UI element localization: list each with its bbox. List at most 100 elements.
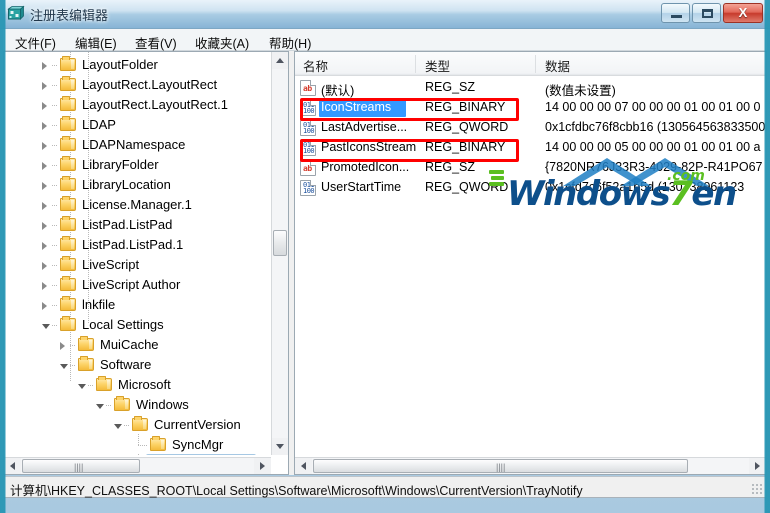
menu-favorites[interactable]: 收藏夹(A) [191,32,253,53]
tree-connector [138,454,139,455]
registry-tree-panel[interactable]: LayoutFolder LayoutRect.LayoutRect LayoutR… [3,51,289,475]
minimize-button[interactable] [661,3,690,23]
expand-arrow-closed-icon[interactable] [42,122,47,130]
value-name: PastIconsStream [321,140,417,154]
expand-arrow-closed-icon[interactable] [42,302,47,310]
table-row[interactable]: ab (默认) REG_SZ (数值未设置) [295,78,766,98]
expand-arrow-closed-icon[interactable] [42,222,47,230]
title-bar[interactable]: 注册表编辑器 X [0,0,770,29]
expand-arrow-closed-icon[interactable] [42,282,47,290]
scroll-left-button[interactable] [295,458,312,474]
expand-arrow-closed-icon[interactable] [42,242,47,250]
folder-icon [132,416,148,431]
column-divider[interactable] [415,55,416,73]
column-header-type[interactable]: 类型 [425,56,450,75]
registry-editor-window: 注册表编辑器 X 文件(F) 编辑(E) 查看(V) 收藏夹(A) 帮助(H) … [0,0,770,513]
tree-item-label: LibraryLocation [82,177,171,192]
tree-connector [88,385,94,386]
menu-help[interactable]: 帮助(H) [265,32,315,53]
tree-connector [52,65,58,66]
chevron-right-icon [260,462,265,470]
tree-connector [106,405,112,406]
expand-arrow-closed-icon[interactable] [42,182,47,190]
table-row[interactable]: 011 100 IconStreams REG_BINARY 14 00 00 00 0… [295,98,766,118]
tree-hscroll-thumb[interactable]: |||| [22,459,140,473]
expand-arrow-closed-icon[interactable] [42,162,47,170]
value-name: IconStreams [321,100,392,114]
folder-icon [78,336,94,351]
reg-qword-icon: 011 100 [300,120,316,136]
expand-arrow-open-icon[interactable] [114,424,122,429]
list-hscroll-thumb[interactable]: |||| [313,459,688,473]
close-button[interactable]: X [723,3,763,23]
expand-arrow-closed-icon[interactable] [42,102,47,110]
tree-connector [138,434,139,446]
scroll-left-button[interactable] [4,458,21,474]
expand-arrow-closed-icon[interactable] [42,62,47,70]
list-column-header[interactable]: 名称 类型 数据 [295,52,766,76]
tree-connector [70,345,76,346]
menu-file[interactable]: 文件(F) [11,32,60,53]
expand-arrow-closed-icon[interactable] [42,142,47,150]
tree-connector [52,305,58,306]
scroll-up-button[interactable] [272,52,288,69]
scroll-right-button[interactable] [254,458,271,474]
tree-scroll-thumb[interactable] [273,230,287,256]
tree-connector [52,125,58,126]
folder-icon [60,116,76,131]
tree-item-label: LDAPNamespace [82,137,186,152]
value-type: REG_BINARY [425,100,506,114]
registry-values-panel[interactable]: 名称 类型 数据 ab (默认) REG_SZ (数值未设置) 011 100 IconSt… [294,51,767,475]
menu-view[interactable]: 查看(V) [131,32,181,53]
tree-connector [52,265,58,266]
expand-arrow-closed-icon[interactable] [42,82,47,90]
registry-tree[interactable]: LayoutFolder LayoutRect.LayoutRect LayoutR… [4,52,271,455]
folder-icon [60,236,76,251]
expand-arrow-closed-icon[interactable] [42,202,47,210]
value-name: UserStartTime [321,180,402,194]
tree-connector [52,105,58,106]
table-row[interactable]: ab PromotedIcon... REG_SZ {7820NR76J33R3-40… [295,158,766,178]
expand-arrow-open-icon[interactable] [78,384,86,389]
tree-connector [52,85,58,86]
tree-item-label: LayoutRect.LayoutRect [82,77,218,92]
scroll-down-button[interactable] [272,438,288,455]
value-name: PromotedIcon... [321,160,410,174]
client-area: LayoutFolder LayoutRect.LayoutRect LayoutR… [3,51,767,475]
folder-icon [60,96,76,111]
expand-arrow-open-icon[interactable] [60,364,68,369]
expand-arrow-closed-icon[interactable] [60,342,65,350]
table-row[interactable]: 011 100 PastIconsStream REG_BINARY 14 00 00 … [295,138,766,158]
menu-edit[interactable]: 编辑(E) [71,32,121,53]
value-data: 14 00 00 00 05 00 00 00 01 00 01 00 a [545,140,761,154]
registry-values-list[interactable]: ab (默认) REG_SZ (数值未设置) 011 100 IconStreams REG_… [295,76,766,453]
folder-icon [60,56,76,71]
column-header-name[interactable]: 名称 [303,56,328,75]
menu-bar: 文件(F) 编辑(E) 查看(V) 收藏夹(A) 帮助(H) [3,29,767,51]
expand-arrow-open-icon[interactable] [42,324,50,329]
scroll-grip-icon: |||| [74,462,84,472]
tree-item-label: ListPad.ListPad [82,217,173,232]
column-header-data[interactable]: 数据 [545,56,570,75]
expand-arrow-open-icon[interactable] [96,404,104,409]
tree-item-traynotify[interactable]: TrayNotify [4,454,271,455]
scroll-right-button[interactable] [749,458,766,474]
tree-horizontal-scrollbar[interactable]: |||| [4,457,271,474]
list-horizontal-scrollbar[interactable]: |||| [295,457,766,474]
expand-arrow-closed-icon[interactable] [42,262,47,270]
tree-vertical-scrollbar[interactable] [271,52,288,455]
tree-item-label: MuiCache [100,337,159,352]
value-data: {7820NR76J33R3-4029-82P-R41PO67 [545,160,763,174]
reg-sz-icon: ab [300,160,316,176]
tree-item-syncmgr[interactable]: SyncMgr [4,434,271,455]
maximize-button[interactable] [692,3,721,23]
folder-icon [60,276,76,291]
resize-grip-icon[interactable] [751,483,763,495]
folder-icon [60,156,76,171]
tree-connector [52,285,58,286]
minimize-icon [671,15,682,18]
table-row[interactable]: 011 100 UserStartTime REG_QWORD 0x1cfd7c6f52… [295,178,766,198]
column-divider[interactable] [535,55,536,73]
tree-connector [52,185,58,186]
table-row[interactable]: 011 100 LastAdvertise... REG_QWORD 0x1cfdbc7… [295,118,766,138]
